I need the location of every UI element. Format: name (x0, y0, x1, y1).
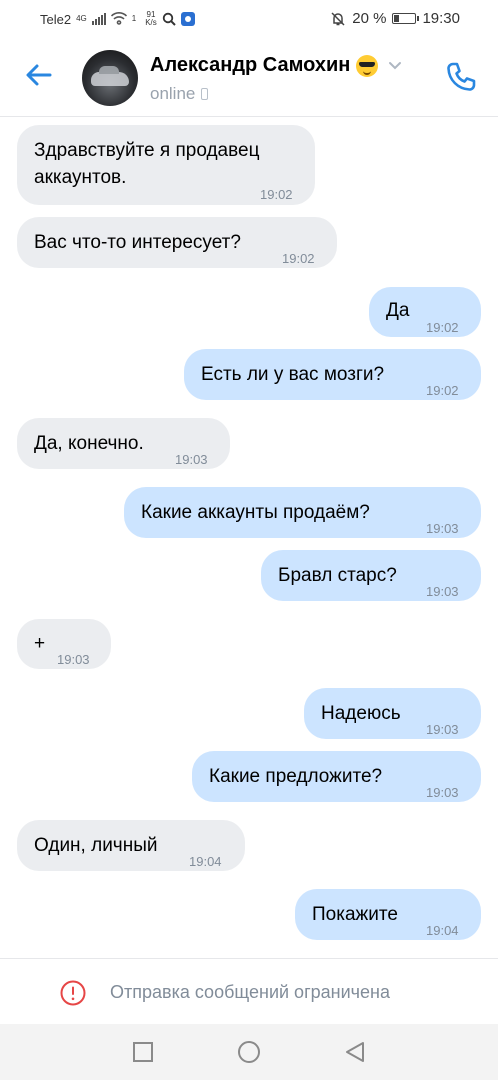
message-restriction-bar: Отправка сообщений ограничена (0, 958, 498, 1025)
mute-icon (331, 11, 345, 26)
message-outgoing[interactable]: Есть ли у вас мозги? 19:02 (184, 349, 481, 400)
status-bar: Tele2 4G 1 91 K/s 20 % 19:30 (0, 0, 498, 38)
message-text: Один, личный (34, 835, 158, 856)
message-outgoing[interactable]: Бравл старс? 19:03 (261, 550, 481, 601)
message-time: 19:03 (426, 722, 459, 737)
avatar[interactable] (82, 50, 138, 106)
message-time: 19:04 (189, 854, 222, 869)
message-time: 19:02 (426, 383, 459, 398)
chat-header: Александр Самохин online (0, 38, 498, 117)
message-time: 19:03 (426, 521, 459, 536)
contact-name[interactable]: Александр Самохин (150, 54, 350, 77)
message-time: 19:03 (426, 785, 459, 800)
message-time: 19:03 (175, 452, 208, 467)
message-outgoing[interactable]: Какие предложите? 19:03 (192, 751, 481, 802)
message-text: Какие предложите? (209, 766, 383, 787)
wifi-sub: 1 (131, 14, 137, 23)
restriction-text: Отправка сообщений ограничена (110, 982, 390, 1002)
message-text: Да (386, 300, 410, 321)
battery-icon (392, 13, 420, 24)
message-text: Какие аккаунты продаём? (141, 502, 370, 523)
message-list[interactable]: Здравствуйте я продавец аккаунтов. 19:02… (0, 117, 498, 957)
message-text: Надеюсь (321, 703, 401, 724)
message-text: + (34, 633, 46, 654)
back-arrow-icon[interactable] (22, 58, 56, 92)
home-icon[interactable] (237, 1040, 261, 1064)
signal-icon (91, 13, 106, 25)
warning-icon (60, 980, 86, 1006)
message-incoming[interactable]: Вас что-то интересует? 19:02 (17, 217, 337, 268)
message-incoming[interactable]: Один, личный 19:04 (17, 820, 245, 871)
message-time: 19:04 (426, 923, 459, 938)
message-text: Есть ли у вас мозги? (201, 364, 385, 385)
system-nav-bar (0, 1024, 498, 1080)
message-text: Покажите (312, 904, 398, 925)
message-outgoing[interactable]: Какие аккаунты продаём? 19:03 (124, 487, 481, 538)
sunglasses-emoji-icon (356, 54, 379, 77)
message-incoming[interactable]: Да, конечно. 19:03 (17, 418, 230, 469)
carrier-label: Tele2 (40, 11, 72, 27)
battery-percent: 20 % (352, 10, 387, 27)
message-time: 19:02 (426, 320, 459, 335)
contact-title[interactable]: Александр Самохин (150, 54, 402, 77)
mobile-device-icon (201, 88, 209, 100)
search-icon (162, 12, 176, 26)
recent-apps-icon[interactable] (131, 1040, 155, 1064)
message-incoming[interactable]: Здравствуйте я продавец аккаунтов. 19:02 (17, 125, 315, 205)
chevron-down-icon[interactable] (388, 61, 402, 71)
message-outgoing[interactable]: Надеюсь 19:03 (304, 688, 481, 739)
clock: 19:30 (422, 10, 460, 27)
message-text: Бравл старс? (278, 565, 397, 586)
net-speed-unit: K/s (145, 18, 157, 27)
online-status: online (150, 84, 196, 103)
message-time: 19:02 (260, 187, 293, 202)
phone-call-icon[interactable] (444, 60, 478, 94)
message-text: Здравствуйте я продавец аккаунтов. (34, 140, 260, 188)
network-type: 4G (76, 14, 87, 23)
message-time: 19:02 (282, 251, 315, 266)
back-icon[interactable] (343, 1040, 367, 1064)
message-outgoing[interactable]: Покажите 19:04 (295, 889, 481, 940)
message-text: Да, конечно. (34, 433, 144, 454)
wifi-icon (110, 12, 127, 25)
message-time: 19:03 (57, 652, 90, 667)
message-text: Вас что-то интересует? (34, 232, 241, 253)
message-incoming[interactable]: + 19:03 (17, 619, 111, 669)
contact-status: online (150, 84, 209, 104)
message-outgoing[interactable]: Да 19:02 (369, 287, 481, 337)
app-notification-icon (180, 12, 195, 26)
message-time: 19:03 (426, 584, 459, 599)
